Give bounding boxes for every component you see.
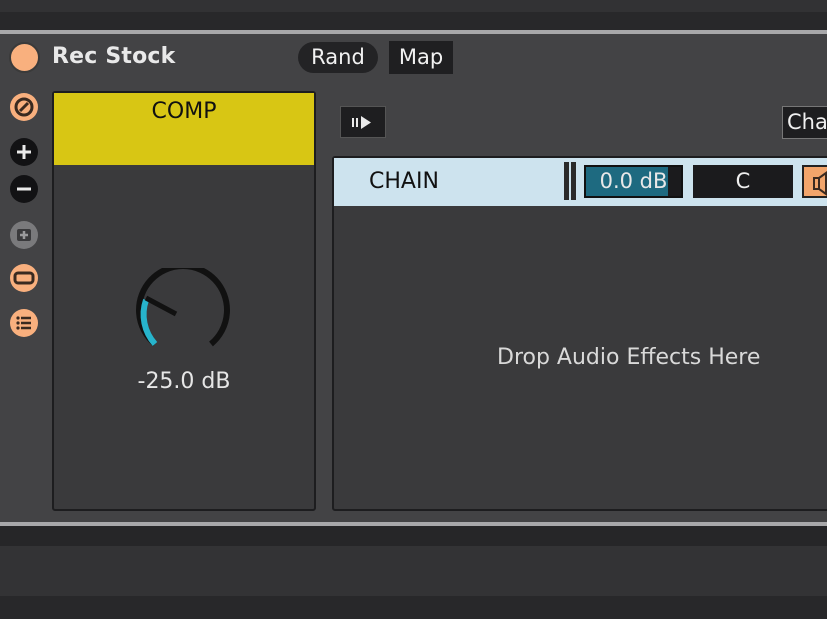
chain-drag-handle[interactable] — [564, 162, 569, 200]
chain-drag-handle-2[interactable] — [571, 162, 576, 200]
add-icon[interactable] — [8, 136, 40, 168]
chain-pan-field[interactable]: C — [693, 165, 793, 198]
track-strip — [0, 12, 827, 30]
map-button[interactable]: Map — [389, 41, 453, 74]
bottom-strip-lower — [0, 596, 827, 619]
bottom-strip — [0, 526, 827, 546]
hot-swap-icon[interactable] — [8, 91, 40, 123]
chain-header-button[interactable]: Cha — [782, 106, 827, 139]
drop-effects-hint[interactable]: Drop Audio Effects Here — [497, 345, 760, 370]
rack-sidebar — [0, 80, 50, 520]
top-strip — [0, 0, 827, 12]
save-preset-icon[interactable] — [8, 219, 40, 251]
macro-label: COMP — [151, 99, 217, 124]
remove-icon[interactable] — [8, 173, 40, 205]
list-icon[interactable] — [8, 307, 40, 339]
device-name[interactable]: Rec Stock — [52, 44, 176, 69]
speaker-icon — [813, 171, 827, 196]
chain-activator-button[interactable] — [802, 165, 827, 198]
rand-button[interactable]: Rand — [298, 42, 378, 73]
chain-list — [332, 156, 827, 511]
next-track-strip — [0, 546, 827, 596]
collapse-icon[interactable] — [8, 262, 40, 294]
chain-volume-value[interactable]: 0.0 dB — [584, 165, 683, 198]
chain-name[interactable]: CHAIN — [369, 169, 439, 194]
show-chain-list-button[interactable] — [340, 106, 386, 138]
macro-value: -25.0 dB — [137, 369, 231, 394]
macro-knob[interactable] — [128, 263, 240, 368]
device-power-button[interactable] — [9, 42, 40, 73]
